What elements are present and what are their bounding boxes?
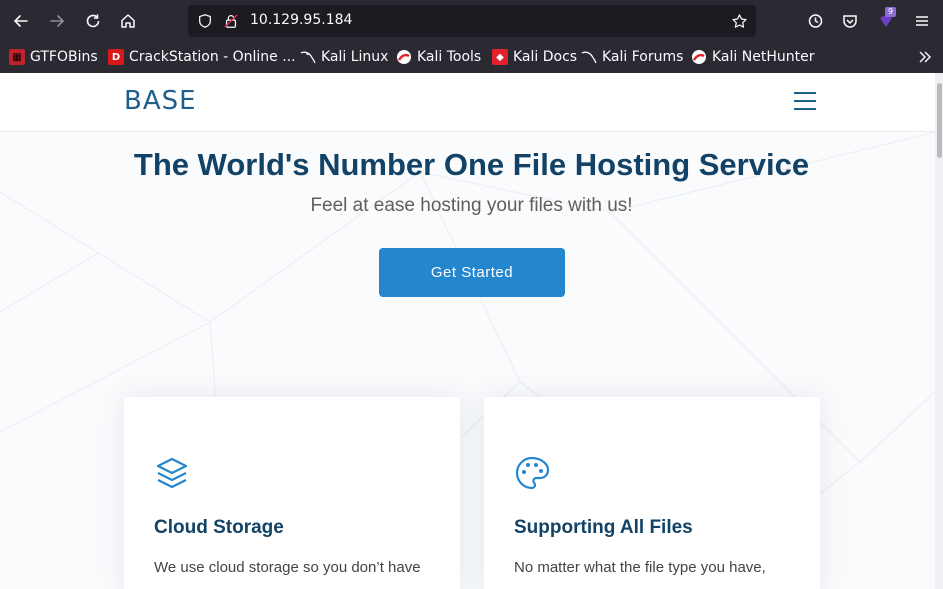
page-viewport: BASE The World's Number One File Hosting… [0, 73, 935, 589]
bookmark-kali-nethunter[interactable]: Kali NetHunter [691, 47, 814, 67]
kali-tools-icon [396, 49, 412, 65]
bookmark-label: Kali Linux [321, 49, 389, 65]
site-header: BASE [0, 73, 935, 132]
site-logo[interactable]: BASE [124, 86, 197, 116]
crackstation-icon: D [108, 49, 124, 65]
pocket-button[interactable] [836, 7, 864, 35]
card-text: No matter what the file type you have, [514, 559, 766, 576]
history-button[interactable] [801, 7, 829, 35]
bookmarks-toolbar: ▦ GTFOBins D CrackStation - Online ... K… [0, 42, 943, 73]
page-scrollbar[interactable] [935, 73, 943, 589]
bookmarks-overflow-button[interactable] [917, 47, 933, 67]
shield-icon[interactable] [196, 12, 214, 30]
mobile-nav-toggle-icon[interactable] [794, 92, 816, 110]
reload-button[interactable] [79, 7, 107, 35]
kali-docs-icon: ◆ [492, 49, 508, 65]
hamburger-menu-icon [916, 16, 928, 26]
get-started-button[interactable]: Get Started [379, 248, 565, 297]
url-text[interactable]: 10.129.95.184 [250, 12, 352, 28]
pocket-icon [843, 15, 857, 28]
card-title: Supporting All Files [514, 517, 693, 538]
bookmark-crackstation[interactable]: D CrackStation - Online ... [108, 47, 296, 67]
bookmark-kali-linux[interactable]: Kali Linux [300, 47, 388, 67]
hero-title: The World's Number One File Hosting Serv… [133, 147, 810, 182]
home-icon [121, 14, 135, 28]
card-text: We use cloud storage so you don’t have [154, 559, 421, 576]
back-button[interactable] [7, 7, 35, 35]
bookmark-kali-docs[interactable]: ◆ Kali Docs [492, 47, 577, 67]
palette-icon [515, 456, 550, 490]
insecure-lock-icon[interactable] [222, 12, 240, 30]
feature-card-supporting-all-files: Supporting All Files No matter what the … [484, 397, 820, 589]
bookmark-kali-forums[interactable]: Kali Forums [581, 47, 683, 67]
bookmark-label: Kali Forums [602, 49, 684, 65]
navigation-toolbar: 10.129.95.184 9 [0, 0, 943, 42]
extension-badge: 9 [885, 7, 897, 17]
bookmark-star-icon[interactable] [730, 12, 748, 30]
forward-button[interactable] [43, 7, 71, 35]
reload-icon [86, 14, 100, 28]
bookmark-gtfobins[interactable]: ▦ GTFOBins [9, 47, 98, 67]
back-arrow-icon [13, 15, 28, 27]
kali-forums-icon [581, 49, 597, 65]
history-icon [808, 14, 823, 28]
forward-arrow-icon [50, 15, 65, 27]
gtfobins-icon: ▦ [9, 49, 25, 65]
url-bar[interactable]: 10.129.95.184 [188, 5, 756, 37]
bookmark-label: GTFOBins [30, 49, 98, 65]
browser-chrome: 10.129.95.184 9 ▦ GTFOBins D CrackStatio… [0, 0, 943, 73]
bookmark-kali-tools[interactable]: Kali Tools [396, 47, 481, 67]
card-title: Cloud Storage [154, 517, 284, 538]
bookmark-label: Kali Docs [513, 49, 578, 65]
hero-subtitle: Feel at ease hosting your files with us! [310, 195, 633, 216]
menu-button[interactable] [908, 7, 936, 35]
kali-dragon-icon [300, 49, 316, 65]
home-button[interactable] [114, 7, 142, 35]
bookmark-label: CrackStation - Online ... [129, 49, 296, 65]
layers-icon [156, 457, 188, 489]
bookmark-label: Kali NetHunter [712, 49, 815, 65]
chevron-double-right-icon [919, 51, 931, 63]
scrollbar-thumb[interactable] [937, 83, 942, 158]
bookmark-label: Kali Tools [417, 49, 482, 65]
feature-card-cloud-storage: Cloud Storage We use cloud storage so yo… [124, 397, 460, 589]
kali-nethunter-icon [691, 49, 707, 65]
